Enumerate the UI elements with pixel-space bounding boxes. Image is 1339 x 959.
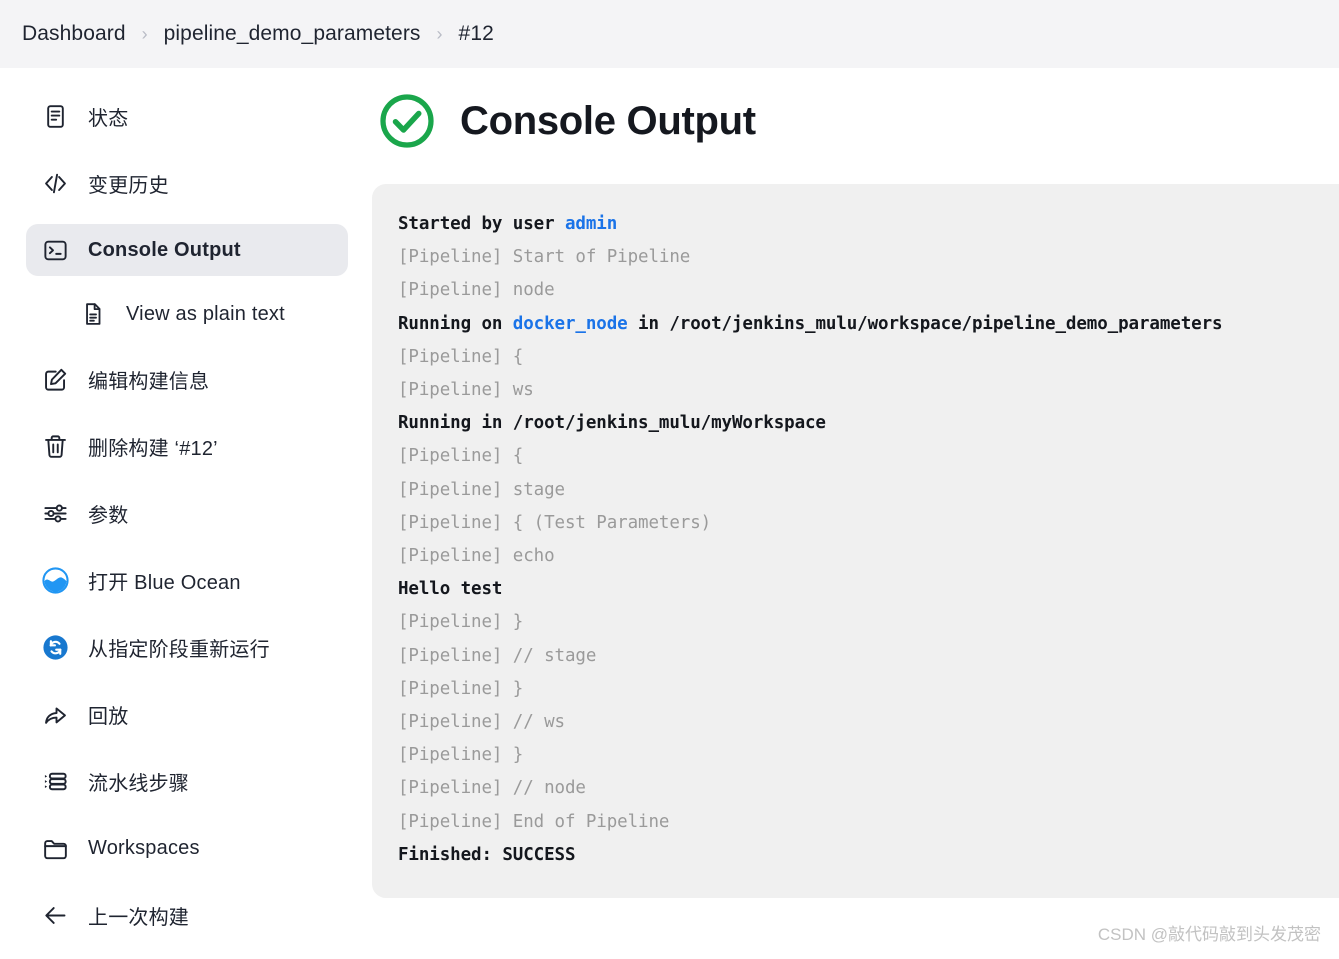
console-line: [Pipeline] // ws	[398, 706, 1339, 739]
sidebar-item-label: 删除构建 ‘#12’	[88, 437, 218, 460]
sidebar-item-label: 上一次构建	[88, 906, 189, 929]
blue-ocean-icon	[40, 565, 70, 595]
console-text: Started by user	[398, 214, 565, 234]
console-line: [Pipeline] { (Test Parameters)	[398, 507, 1339, 540]
console-text: [Pipeline] {	[398, 346, 524, 367]
console-text: [Pipeline] }	[398, 678, 524, 699]
sidebar-item-11[interactable]: 流水线步骤	[26, 755, 348, 807]
sidebar-item-3[interactable]: Console Output	[26, 224, 348, 276]
sidebar-item-label: Console Output	[88, 238, 241, 261]
console-text: [Pipeline] { (Test Parameters)	[398, 512, 712, 533]
sidebar-item-label: Workspaces	[88, 836, 200, 859]
edit-icon	[40, 364, 70, 394]
terminal-icon	[40, 235, 70, 265]
console-line: [Pipeline] End of Pipeline	[398, 806, 1339, 839]
folder-icon	[40, 833, 70, 863]
breadcrumb-separator: ›	[141, 24, 148, 44]
console-line: [Pipeline] ws	[398, 374, 1339, 407]
trash-icon	[40, 431, 70, 461]
console-line: Finished: SUCCESS	[398, 839, 1339, 872]
console-text: [Pipeline] }	[398, 612, 524, 633]
console-line: Running in /root/jenkins_mulu/myWorkspac…	[398, 407, 1339, 440]
console-line: [Pipeline] echo	[398, 540, 1339, 573]
document-icon	[40, 101, 70, 131]
console-text: in /root/jenkins_mulu/workspace/pipeline…	[627, 313, 1223, 334]
replay-arrow-icon	[40, 699, 70, 729]
main-content: Console Output Started by user admin [Pip…	[372, 68, 1339, 959]
code-icon	[40, 168, 70, 198]
console-line: Started by user admin	[398, 208, 1339, 241]
sidebar: 状态变更历史 Console Output View as plain text 编辑…	[0, 68, 372, 959]
console-line: [Pipeline] {	[398, 341, 1339, 374]
console-text: [Pipeline] node	[398, 280, 555, 301]
console-line: [Pipeline] node	[398, 274, 1339, 307]
success-check-circle-icon	[376, 90, 438, 152]
console-line: [Pipeline] }	[398, 606, 1339, 639]
sidebar-item-label: View as plain text	[126, 302, 285, 325]
breadcrumb-item-2[interactable]: pipeline_demo_parameters	[164, 22, 421, 46]
sidebar-item-label: 状态	[88, 107, 129, 130]
console-text: Hello test	[398, 579, 503, 600]
console-output-panel[interactable]: Started by user admin [Pipeline] Start of…	[372, 184, 1339, 899]
console-line: [Pipeline] // stage	[398, 640, 1339, 673]
sidebar-item-1[interactable]: 状态	[26, 90, 348, 142]
breadcrumb-item-3: #12	[458, 22, 494, 45]
sidebar-item-label: 变更历史	[88, 174, 169, 197]
console-text: [Pipeline] // ws	[398, 712, 565, 733]
sidebar-item-label: 参数	[88, 504, 129, 527]
sidebar-item-2[interactable]: 变更历史	[26, 157, 348, 209]
console-text: Running in /root/jenkins_mulu/myWorkspac…	[398, 413, 826, 434]
console-link[interactable]: admin	[565, 214, 617, 234]
breadcrumb-separator: ›	[436, 24, 443, 44]
sidebar-item-7[interactable]: 参数	[26, 487, 348, 539]
restart-stage-icon	[40, 632, 70, 662]
console-text: [Pipeline] {	[398, 446, 524, 467]
sidebar-item-13[interactable]: 上一次构建	[26, 889, 348, 941]
console-line: Hello test	[398, 573, 1339, 606]
console-link[interactable]: docker_node	[513, 314, 628, 334]
sidebar-item-10[interactable]: 回放	[26, 688, 348, 740]
console-text: [Pipeline] echo	[398, 546, 555, 567]
console-line: [Pipeline] // node	[398, 772, 1339, 805]
console-text: Running on	[398, 313, 513, 334]
sidebar-item-12[interactable]: Workspaces	[26, 822, 348, 874]
breadcrumb: Dashboard › pipeline_demo_parameters › #12	[0, 0, 1339, 68]
page-title: Console Output	[460, 98, 756, 143]
sidebar-item-9[interactable]: 从指定阶段重新运行	[26, 621, 348, 673]
console-header: Console Output	[372, 90, 1339, 152]
arrow-left-icon	[40, 900, 70, 930]
console-line: [Pipeline] }	[398, 739, 1339, 772]
watermark: CSDN @敲代码敲到头发茂密	[1097, 925, 1321, 944]
console-text: Finished: SUCCESS	[398, 844, 576, 865]
console-line: [Pipeline] {	[398, 440, 1339, 473]
console-text: [Pipeline] End of Pipeline	[398, 811, 670, 832]
sidebar-item-label: 回放	[88, 705, 129, 728]
console-text: [Pipeline] ws	[398, 380, 534, 401]
sidebar-item-label: 从指定阶段重新运行	[88, 638, 270, 661]
console-line: [Pipeline] Start of Pipeline	[398, 241, 1339, 274]
console-text: [Pipeline] // stage	[398, 645, 597, 666]
sidebar-item-label: 流水线步骤	[88, 772, 189, 795]
sidebar-item-8[interactable]: 打开 Blue Ocean	[26, 554, 348, 606]
console-text: [Pipeline] Start of Pipeline	[398, 247, 691, 268]
console-line: [Pipeline] }	[398, 673, 1339, 706]
sidebar-item-label: 编辑构建信息	[88, 370, 210, 393]
console-text: [Pipeline] }	[398, 745, 524, 766]
console-line: [Pipeline] stage	[398, 474, 1339, 507]
sidebar-item-5[interactable]: 编辑构建信息	[26, 353, 348, 405]
sidebar-item-4[interactable]: View as plain text	[64, 291, 348, 337]
console-text: [Pipeline] // node	[398, 778, 586, 799]
console-text: [Pipeline] stage	[398, 479, 565, 500]
pipeline-steps-icon	[40, 766, 70, 796]
sidebar-item-6[interactable]: 删除构建 ‘#12’	[26, 420, 348, 472]
sidebar-item-label: 打开 Blue Ocean	[88, 571, 241, 594]
sliders-icon	[40, 498, 70, 528]
breadcrumb-item-1[interactable]: Dashboard	[22, 22, 126, 46]
plain-text-file-icon	[78, 299, 108, 329]
console-line: Running on docker_node in /root/jenkins_…	[398, 308, 1339, 341]
